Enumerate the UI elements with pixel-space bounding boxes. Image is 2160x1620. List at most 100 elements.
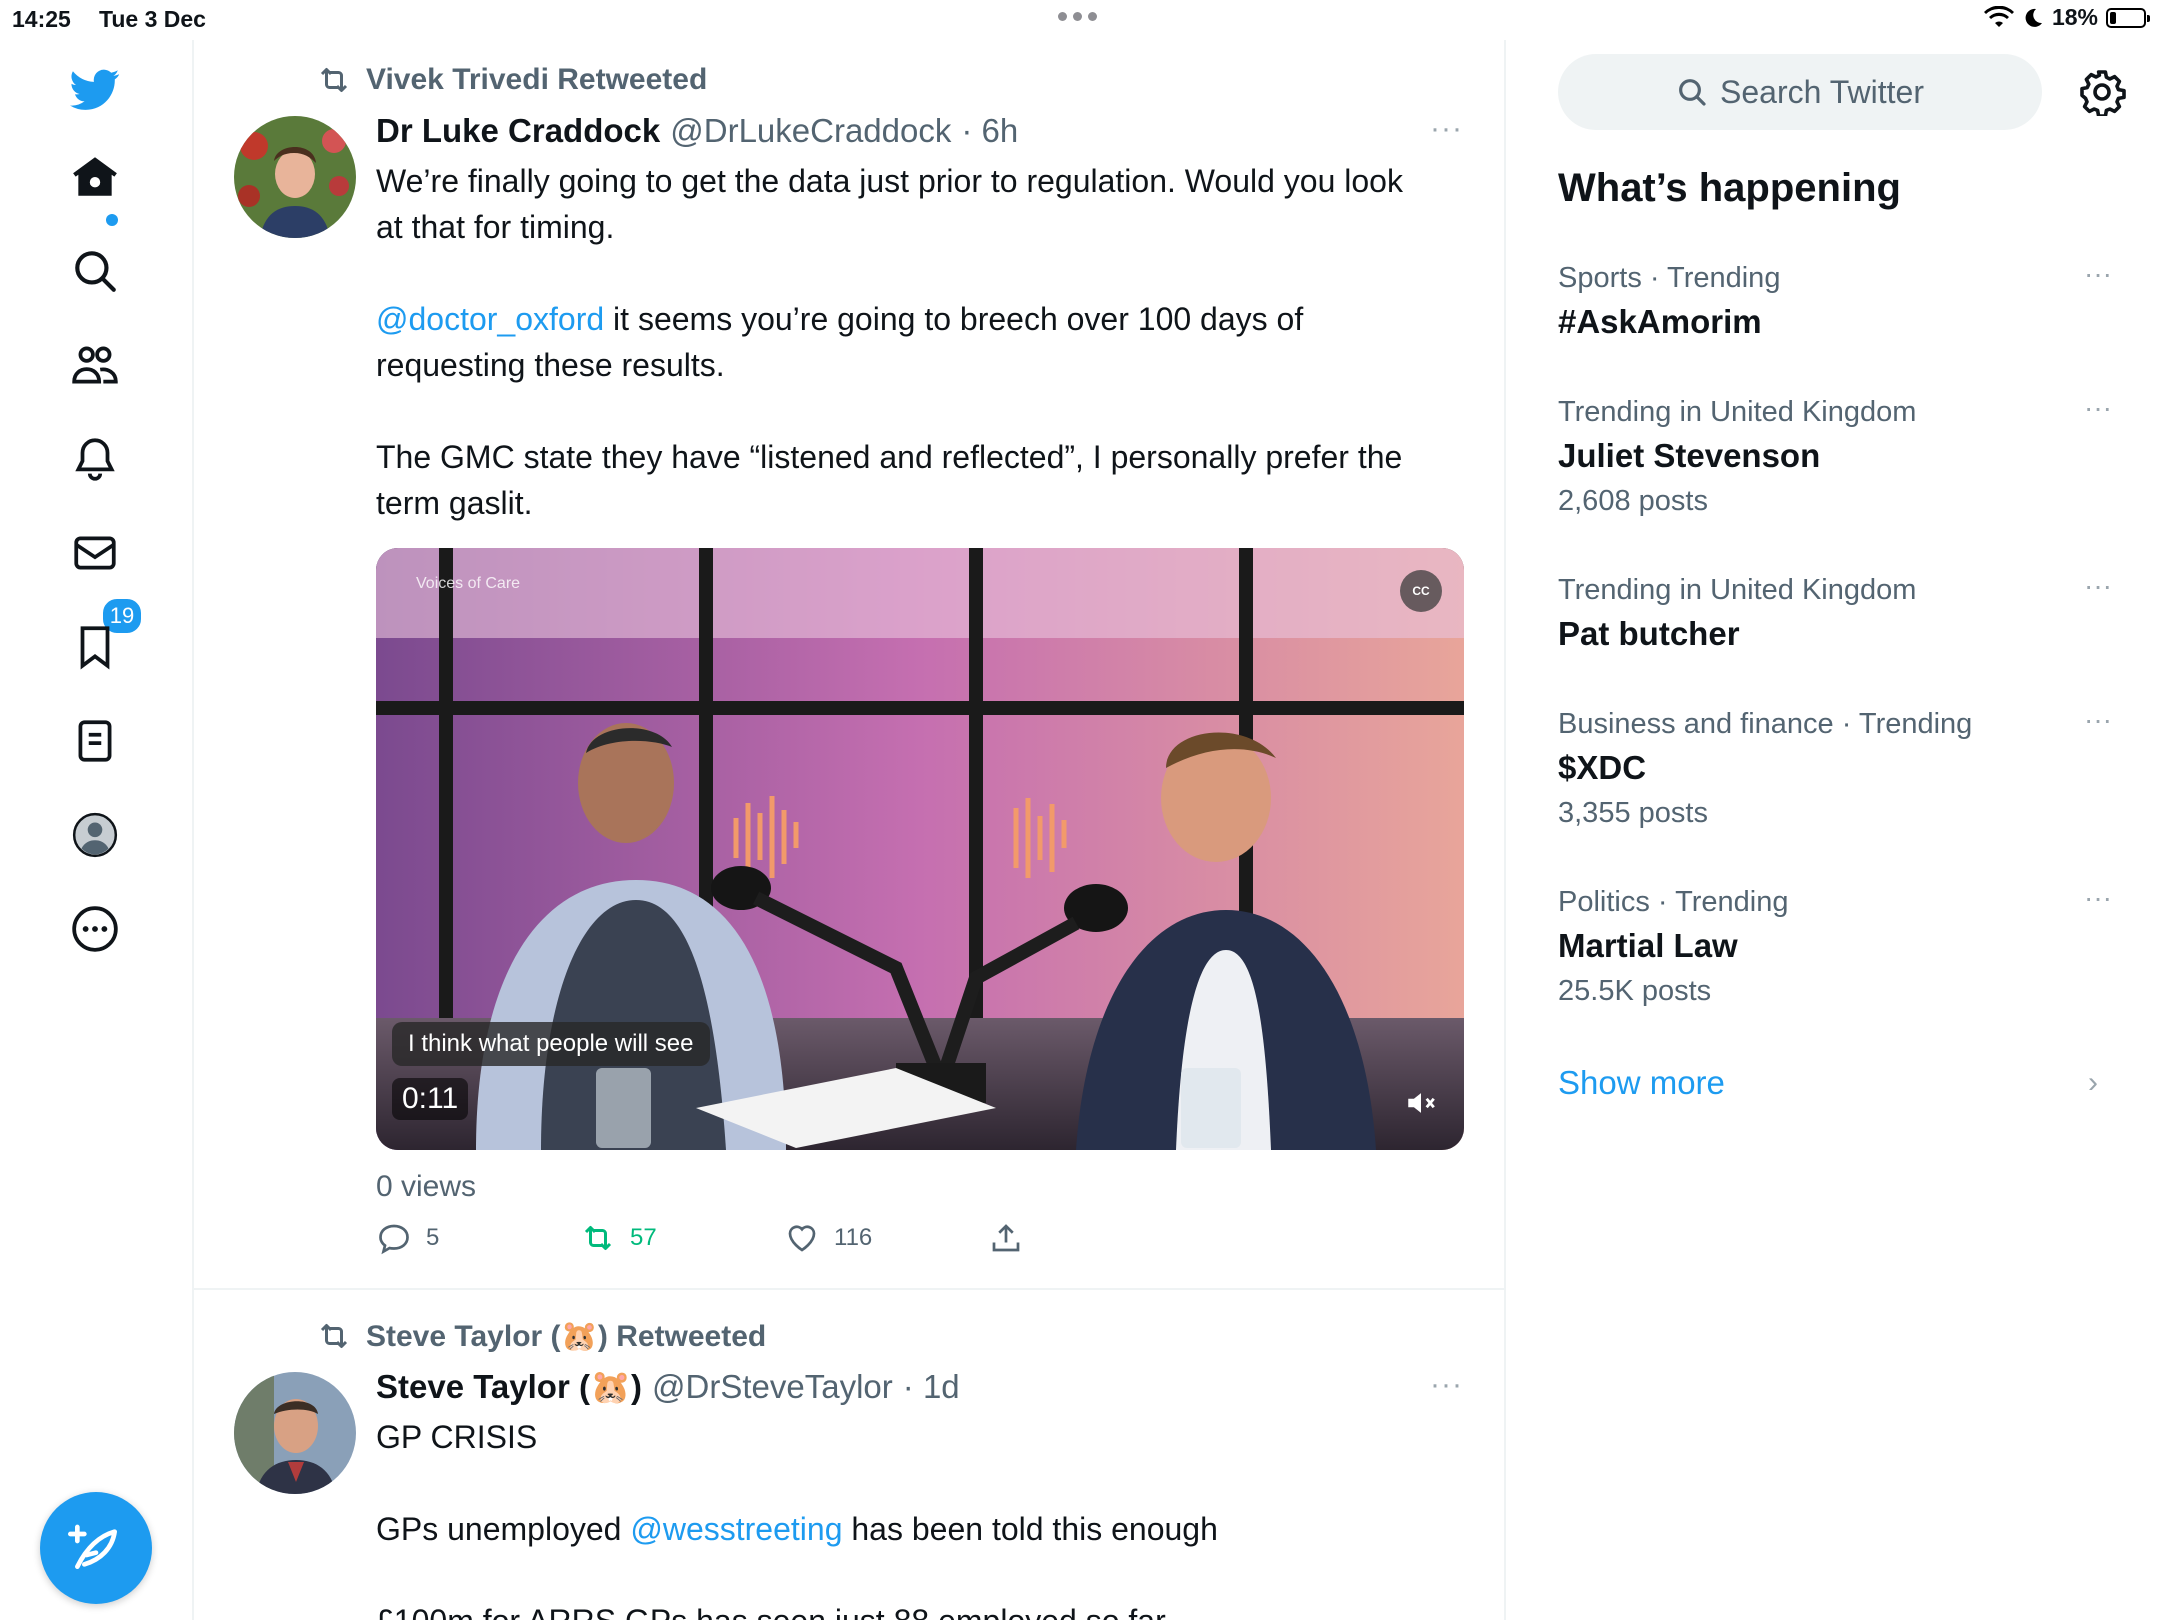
trend-meta: Trending in United Kingdom bbox=[1558, 574, 1917, 606]
notifications-icon[interactable] bbox=[66, 430, 124, 488]
author-name[interactable]: Steve Taylor (🐹) bbox=[376, 1368, 642, 1407]
tweet-time[interactable]: · 6h bbox=[961, 112, 1018, 150]
retweet-context[interactable]: Steve Taylor (🐹) Retweeted bbox=[316, 1318, 766, 1354]
trend-topic: Martial Law bbox=[1558, 927, 1738, 964]
home-icon[interactable] bbox=[66, 148, 124, 206]
reply-count: 5 bbox=[426, 1224, 440, 1251]
trend-meta: Sports · Trending bbox=[1558, 262, 1781, 294]
share-icon bbox=[992, 1224, 1020, 1252]
trend-topic: $XDC bbox=[1558, 749, 1647, 786]
trend-post-count: 2,608 posts bbox=[1558, 485, 1708, 517]
view-count: 0 views bbox=[376, 1170, 477, 1203]
trend-topic: Juliet Stevenson bbox=[1558, 437, 1821, 474]
status-bar: 14:25 Tue 3 Dec 18% bbox=[0, 0, 2160, 40]
tweet-paragraph: GPs unemployed @wesstreeting has been to… bbox=[376, 1506, 1436, 1552]
author-handle[interactable]: @DrSteveTaylor bbox=[652, 1368, 893, 1406]
wifi-icon bbox=[1983, 5, 2014, 27]
moon-icon bbox=[2025, 8, 2042, 27]
retweet-context[interactable]: Vivek Trivedi Retweeted bbox=[316, 62, 707, 98]
trend-post-count: 25.5K posts bbox=[1558, 975, 1712, 1007]
avatar[interactable] bbox=[234, 116, 356, 238]
retweet-icon bbox=[584, 1226, 612, 1250]
author-name[interactable]: Dr Luke Craddock bbox=[376, 112, 660, 150]
twitter-logo-icon[interactable] bbox=[66, 60, 124, 118]
mute-icon[interactable] bbox=[1404, 1086, 1438, 1120]
tweet-paragraph: The GMC state they have “listened and re… bbox=[376, 439, 1403, 521]
video-duration: 0:11 bbox=[392, 1078, 469, 1120]
retweet-icon bbox=[320, 1324, 348, 1348]
video-caption: I think what people will see bbox=[392, 1022, 710, 1066]
trend-item[interactable]: Trending in United Kingdom Juliet Steven… bbox=[1558, 392, 2118, 518]
heart-icon bbox=[788, 1225, 816, 1252]
trend-topic: Pat butcher bbox=[1558, 615, 1740, 652]
tweet-text: GP CRISIS GPs unemployed @wesstreeting h… bbox=[376, 1414, 1436, 1620]
trend-item[interactable]: Politics · Trending Martial Law 25.5K po… bbox=[1558, 882, 2118, 1008]
communities-icon[interactable] bbox=[66, 336, 124, 394]
reply-icon bbox=[379, 1224, 409, 1255]
trend-more-button[interactable]: ··· bbox=[2084, 882, 2112, 914]
tweet-paragraph: GP CRISIS bbox=[376, 1419, 538, 1455]
search-icon bbox=[1679, 79, 1706, 106]
retweeted-by-label: Vivek Trivedi Retweeted bbox=[366, 63, 708, 96]
author-handle[interactable]: @DrLukeCraddock bbox=[670, 112, 951, 150]
trend-more-button[interactable]: ··· bbox=[2084, 704, 2112, 736]
reply-button[interactable]: 5 bbox=[376, 1220, 580, 1256]
more-options-icon[interactable] bbox=[66, 900, 124, 958]
timeline-feed[interactable]: Vivek Trivedi Retweeted Dr Luke Craddock… bbox=[194, 40, 1504, 1620]
like-button[interactable]: 116 bbox=[784, 1220, 988, 1256]
tweet-more-button[interactable]: ··· bbox=[1430, 112, 1463, 146]
left-navigation: 19 bbox=[0, 40, 192, 1620]
chevron-right-icon[interactable]: › bbox=[2088, 1066, 2098, 1100]
battery-percent: 18% bbox=[2051, 4, 2098, 30]
share-button[interactable] bbox=[988, 1220, 1192, 1256]
trend-meta: Business and finance · Trending bbox=[1558, 708, 1973, 740]
whats-happening-title: What’s happening bbox=[1558, 166, 1901, 210]
tweet-paragraph: @doctor_oxford it seems you’re going to … bbox=[376, 296, 1436, 388]
trend-item[interactable]: Trending in United Kingdom Pat butcher ·… bbox=[1558, 570, 2118, 653]
messages-icon[interactable] bbox=[66, 524, 124, 582]
retweet-button[interactable]: 57 bbox=[580, 1220, 784, 1256]
profile-icon[interactable] bbox=[66, 806, 124, 864]
tweet-header: Dr Luke Craddock @DrLukeCraddock · 6h bbox=[376, 112, 1018, 150]
like-count: 116 bbox=[834, 1224, 873, 1251]
mention-link[interactable]: @doctor_oxford bbox=[376, 301, 604, 337]
tweet-time[interactable]: · 1d bbox=[903, 1368, 960, 1406]
closed-captions-button[interactable]: CC bbox=[1400, 570, 1442, 612]
trend-item[interactable]: Business and finance · Trending $XDC 3,3… bbox=[1558, 704, 2118, 830]
compose-feather-icon bbox=[68, 1524, 117, 1569]
trend-meta: Politics · Trending bbox=[1558, 886, 1789, 918]
avatar[interactable] bbox=[234, 1372, 356, 1494]
battery-icon bbox=[2106, 7, 2150, 28]
tweet-header: Steve Taylor (🐹) @DrSteveTaylor · 1d bbox=[376, 1368, 960, 1407]
tweet-text: We’re finally going to get the data just… bbox=[376, 158, 1436, 526]
tweet-actions: 5 57 116 bbox=[376, 1220, 1192, 1256]
bookmarks-icon[interactable] bbox=[66, 618, 124, 676]
search-placeholder: Search Twitter bbox=[1720, 73, 1924, 110]
tweet-paragraph: We’re finally going to get the data just… bbox=[376, 163, 1403, 245]
retweet-icon bbox=[320, 68, 348, 92]
tweet-paragraph-text: GPs unemployed bbox=[376, 1511, 631, 1547]
search-input[interactable]: Search Twitter bbox=[1558, 54, 2042, 130]
video-watermark: Voices of Care bbox=[416, 575, 520, 592]
trend-more-button[interactable]: ··· bbox=[2084, 258, 2112, 290]
tweet-paragraph: £100m for ARRS GPs has seen just 88 empl… bbox=[376, 1598, 1436, 1620]
trend-more-button[interactable]: ··· bbox=[2084, 570, 2112, 602]
settings-gear-icon[interactable] bbox=[2078, 68, 2126, 116]
tweet-more-button[interactable]: ··· bbox=[1430, 1368, 1463, 1402]
multitasking-dots-icon[interactable] bbox=[1058, 12, 1097, 21]
retweet-count: 57 bbox=[630, 1224, 657, 1251]
show-more-link[interactable]: Show more bbox=[1558, 1064, 1725, 1102]
trend-item[interactable]: Sports · Trending #AskAmorim ··· bbox=[1558, 258, 2118, 341]
lists-icon[interactable] bbox=[66, 712, 124, 770]
status-time: 14:25 bbox=[12, 6, 71, 32]
search-icon[interactable] bbox=[66, 242, 124, 300]
tweet-paragraph-text: has been told this enough bbox=[842, 1511, 1218, 1547]
mention-link[interactable]: @wesstreeting bbox=[630, 1511, 842, 1547]
compose-tweet-button[interactable] bbox=[40, 1492, 152, 1604]
right-sidebar: Search Twitter What’s happening Sports ·… bbox=[1506, 40, 2160, 1620]
video-player[interactable]: Voices of Care CC I think what people wi… bbox=[376, 548, 1464, 1150]
trend-more-button[interactable]: ··· bbox=[2084, 392, 2112, 424]
trend-post-count: 3,355 posts bbox=[1558, 797, 1708, 829]
status-right: 18% bbox=[1983, 4, 2150, 31]
trend-meta: Trending in United Kingdom bbox=[1558, 396, 1917, 428]
